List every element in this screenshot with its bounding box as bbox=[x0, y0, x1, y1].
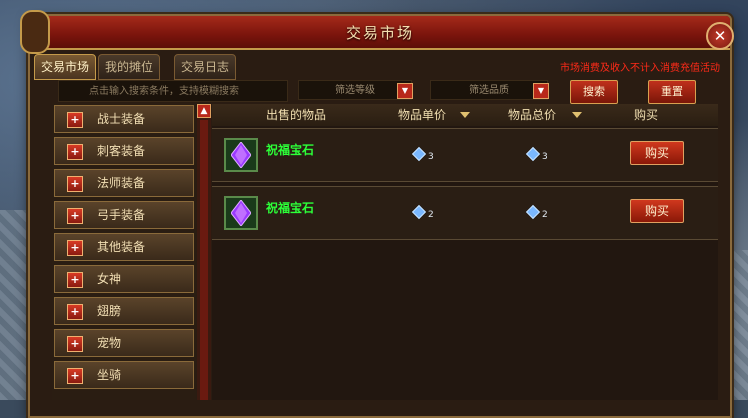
table-row: 祝福宝石 2 2 购买 bbox=[212, 186, 718, 240]
category-label: 刺客装备 bbox=[97, 144, 146, 158]
category-label: 法师装备 bbox=[97, 176, 146, 190]
plus-icon: + bbox=[67, 304, 83, 320]
search-button[interactable]: 搜索 bbox=[570, 80, 618, 104]
buy-button[interactable]: 购买 bbox=[630, 141, 684, 165]
background-tile-left bbox=[0, 210, 30, 400]
diamond-currency-icon bbox=[525, 146, 541, 162]
purple-gem-icon bbox=[231, 142, 251, 168]
reset-button[interactable]: 重置 bbox=[648, 80, 696, 104]
plus-icon: + bbox=[67, 368, 83, 384]
plus-icon: + bbox=[67, 208, 83, 224]
category-archer[interactable]: + 弓手装备 bbox=[54, 201, 194, 229]
plus-icon: + bbox=[67, 272, 83, 288]
scroll-up-icon[interactable]: ▲ bbox=[197, 104, 211, 118]
category-label: 弓手装备 bbox=[97, 208, 146, 222]
table-header: 出售的物品 物品单价 物品总价 购买 bbox=[212, 104, 718, 126]
search-row: 点击输入搜索条件，支持模糊搜索 筛选等级 ▼ 筛选品质 ▼ 搜索 重置 bbox=[44, 80, 720, 104]
unit-price: 2 bbox=[411, 204, 434, 220]
total-price: 2 bbox=[525, 204, 548, 220]
tab-my-stall[interactable]: 我的摊位 bbox=[98, 54, 160, 80]
buy-button[interactable]: 购买 bbox=[630, 199, 684, 223]
column-buy: 购买 bbox=[634, 108, 659, 122]
level-filter-label: 筛选等级 bbox=[335, 85, 375, 96]
category-goddess[interactable]: + 女神 bbox=[54, 265, 194, 293]
table-row: 祝福宝石 3 3 购买 bbox=[212, 128, 718, 182]
tab-trade-log[interactable]: 交易日志 bbox=[174, 54, 236, 80]
total-price-value: 2 bbox=[542, 210, 548, 220]
unit-price-value: 2 bbox=[428, 210, 434, 220]
category-assassin[interactable]: + 刺客装备 bbox=[54, 137, 194, 165]
category-label: 坐骑 bbox=[97, 368, 122, 382]
purple-gem-icon bbox=[231, 200, 251, 226]
quality-filter-select[interactable]: 筛选品质 ▼ bbox=[430, 80, 549, 100]
scroll-track[interactable] bbox=[200, 120, 208, 400]
item-slot[interactable] bbox=[224, 138, 258, 172]
close-icon[interactable]: ✕ bbox=[706, 22, 734, 50]
window-title: 交易市场 bbox=[345, 24, 414, 42]
item-name: 祝福宝石 bbox=[266, 201, 315, 215]
column-unit-price[interactable]: 物品单价 bbox=[398, 104, 446, 126]
category-mount[interactable]: + 坐骑 bbox=[54, 361, 194, 389]
consumption-notice: 市场消费及收入不计入消费充值活动 bbox=[560, 63, 720, 74]
diamond-currency-icon bbox=[411, 146, 427, 162]
category-label: 其他装备 bbox=[97, 240, 146, 254]
diamond-currency-icon bbox=[411, 204, 427, 220]
plus-icon: + bbox=[67, 144, 83, 160]
column-item: 出售的物品 bbox=[266, 108, 327, 122]
total-price: 3 bbox=[525, 146, 548, 162]
plus-icon: + bbox=[67, 112, 83, 128]
search-input[interactable]: 点击输入搜索条件，支持模糊搜索 bbox=[58, 80, 288, 102]
tab-trade-market[interactable]: 交易市场 bbox=[34, 54, 96, 80]
category-label: 女神 bbox=[97, 272, 122, 286]
category-pet[interactable]: + 宠物 bbox=[54, 329, 194, 357]
plus-icon: + bbox=[67, 336, 83, 352]
category-mage[interactable]: + 法师装备 bbox=[54, 169, 194, 197]
category-wings[interactable]: + 翅膀 bbox=[54, 297, 194, 325]
category-label: 宠物 bbox=[97, 336, 122, 350]
listing-table: 出售的物品 物品单价 物品总价 购买 祝福宝石 3 3 购买 祝福宝石 2 2 … bbox=[212, 104, 718, 400]
level-filter-select[interactable]: 筛选等级 ▼ bbox=[298, 80, 413, 100]
category-scrollbar[interactable]: ▲ bbox=[197, 104, 211, 400]
category-label: 战士装备 bbox=[97, 112, 146, 126]
item-slot[interactable] bbox=[224, 196, 258, 230]
title-bar: 交易市场 bbox=[20, 10, 730, 54]
total-price-value: 3 bbox=[542, 152, 548, 162]
plus-icon: + bbox=[67, 240, 83, 256]
sort-down-icon[interactable] bbox=[460, 112, 470, 118]
category-warrior[interactable]: + 战士装备 bbox=[54, 105, 194, 133]
diamond-currency-icon bbox=[525, 204, 541, 220]
column-total-price[interactable]: 物品总价 bbox=[508, 104, 556, 126]
plus-icon: + bbox=[67, 176, 83, 192]
quality-filter-label: 筛选品质 bbox=[469, 85, 509, 96]
chevron-down-icon[interactable]: ▼ bbox=[533, 83, 549, 99]
category-other[interactable]: + 其他装备 bbox=[54, 233, 194, 261]
category-label: 翅膀 bbox=[97, 304, 122, 318]
unit-price: 3 bbox=[411, 146, 434, 162]
category-list: + 战士装备 + 刺客装备 + 法师装备 + 弓手装备 + 其他装备 + 女神 … bbox=[52, 103, 196, 400]
item-name: 祝福宝石 bbox=[266, 143, 315, 157]
unit-price-value: 3 bbox=[428, 152, 434, 162]
sort-down-icon[interactable] bbox=[572, 112, 582, 118]
chevron-down-icon[interactable]: ▼ bbox=[397, 83, 413, 99]
